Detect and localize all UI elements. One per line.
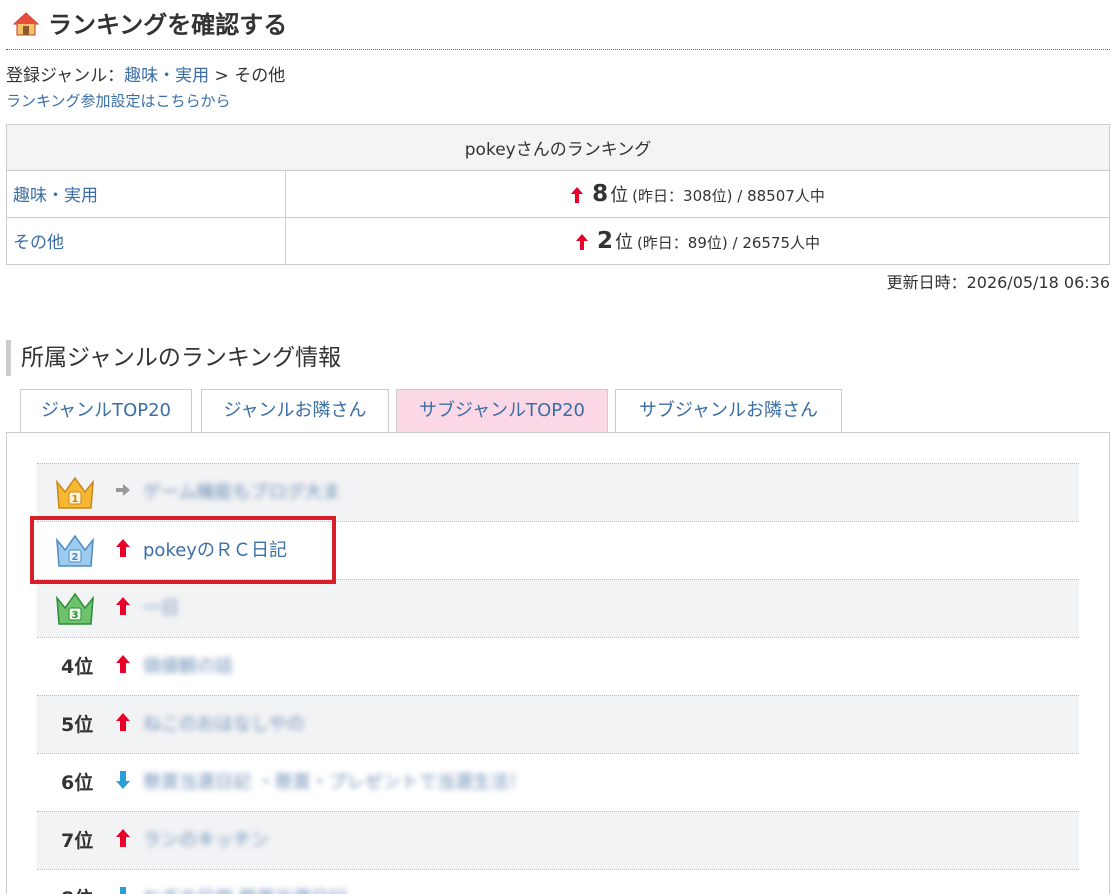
green-crown-icon: 3 bbox=[56, 592, 94, 625]
crown-number: 3 bbox=[72, 610, 79, 621]
up-arrow-icon bbox=[116, 713, 130, 731]
genre-subcategory: その他 bbox=[234, 66, 286, 86]
rank-meta: (昨日：308位) / 88507人中 bbox=[632, 187, 825, 205]
blog-link[interactable]: ランのキッチン bbox=[143, 812, 269, 870]
tab-subgenre-top20[interactable]: サブジャンルTOP20 bbox=[396, 389, 608, 433]
blog-link[interactable]: ねこのおはなしやの bbox=[143, 696, 305, 754]
tab-subgenre-neighbors[interactable]: サブジャンルお隣さん bbox=[615, 389, 842, 433]
section-title: 所属ジャンルのランキング情報 bbox=[6, 340, 341, 376]
up-arrow-icon bbox=[571, 187, 584, 203]
ranking-table-heading: pokeyさんのランキング bbox=[6, 124, 1110, 171]
up-arrow-icon bbox=[116, 597, 130, 615]
list-item: 6位 懸賞当選日記 ・懸賞・プレゼントで当選生活！ bbox=[37, 753, 1079, 811]
ranking-value: 2 位 (昨日：89位) / 26575人中 bbox=[285, 217, 1110, 265]
list-item: 5位 ねこのおはなしやの bbox=[37, 695, 1079, 753]
up-arrow-icon bbox=[116, 655, 130, 673]
ranking-genre-link[interactable]: 趣味・実用 bbox=[6, 170, 286, 218]
list-item: 8位 ねぎの日常 懸賞当選日記 bbox=[37, 869, 1079, 894]
ranking-value: 8 位 (昨日：308位) / 88507人中 bbox=[285, 170, 1110, 218]
rank-number: 2 bbox=[596, 228, 613, 254]
ranking-table: pokeyさんのランキング 趣味・実用 8 位 (昨日：308位) / 88507人… bbox=[6, 124, 1110, 265]
rank-position: 8位 bbox=[61, 870, 93, 894]
rank-position: 4位 bbox=[61, 656, 94, 678]
genre-prefix: 登録ジャンル： bbox=[6, 66, 125, 86]
highlight-annotation bbox=[30, 516, 336, 584]
ranking-table-row: 趣味・実用 8 位 (昨日：308位) / 88507人中 bbox=[6, 170, 1110, 218]
rank-unit: 位 bbox=[610, 185, 629, 206]
up-arrow-icon bbox=[575, 234, 588, 250]
genre-category-link[interactable]: 趣味・実用 bbox=[124, 66, 209, 86]
list-item: 3 一日 bbox=[37, 579, 1079, 637]
rank-position: 6位 bbox=[61, 772, 94, 794]
list-item: 4位 価値観の話 bbox=[37, 637, 1079, 695]
ranking-settings-link[interactable]: ランキング参加設定はこちらから bbox=[6, 90, 231, 112]
blog-link[interactable]: 懸賞当選日記 ・懸賞・プレゼントで当選生活！ bbox=[143, 754, 527, 812]
blog-link[interactable]: 価値観の話 bbox=[143, 638, 233, 696]
page-title: ランキングを確認する bbox=[48, 11, 288, 39]
list-item: 7位 ランのキッチン bbox=[37, 811, 1079, 869]
blog-link[interactable]: 一日 bbox=[143, 580, 179, 638]
blog-link[interactable]: ゲーム機能もブログ大ま bbox=[143, 464, 340, 522]
rank-position: 7位 bbox=[61, 830, 94, 852]
same-arrow-icon bbox=[116, 484, 130, 496]
genre-separator: > bbox=[209, 66, 235, 86]
tab-genre-neighbors[interactable]: ジャンルお隣さん bbox=[201, 389, 389, 433]
ranking-genre-link[interactable]: その他 bbox=[6, 217, 286, 265]
page-header: ランキングを確認する bbox=[6, 0, 1110, 50]
genre-breadcrumb: 登録ジャンル：趣味・実用 > その他 bbox=[6, 64, 285, 88]
ranking-table-row: その他 2 位 (昨日：89位) / 26575人中 bbox=[6, 217, 1110, 265]
rank-meta: (昨日：89位) / 26575人中 bbox=[636, 234, 821, 252]
rank-position: 5位 bbox=[61, 714, 94, 736]
rank-number: 8 bbox=[592, 181, 609, 207]
gold-crown-icon: 1 bbox=[56, 476, 94, 509]
blog-link[interactable]: ねぎの日常 懸賞当選日記 bbox=[143, 870, 347, 894]
tab-genre-top20[interactable]: ジャンルTOP20 bbox=[20, 389, 192, 433]
rank-unit: 位 bbox=[614, 232, 633, 253]
up-arrow-icon bbox=[116, 829, 130, 847]
updated-timestamp: 更新日時：2026/05/18 06:36 bbox=[886, 273, 1110, 292]
list-item: 1 ゲーム機能もブログ大ま bbox=[37, 463, 1079, 521]
crown-number: 1 bbox=[72, 494, 79, 505]
house-icon bbox=[13, 12, 39, 36]
down-arrow-icon bbox=[116, 771, 130, 789]
down-arrow-icon bbox=[120, 887, 126, 894]
